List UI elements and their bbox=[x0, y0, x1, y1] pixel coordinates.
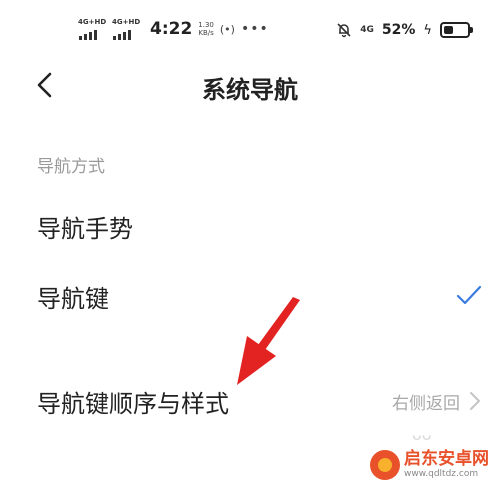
nav-header: 系统导航 bbox=[0, 62, 500, 108]
more-notifications-icon: ••• bbox=[240, 21, 269, 37]
faint-scroll-mark: ᴗᴗ bbox=[412, 425, 432, 444]
status-bar-left: 4G+HD 4G+HD 4:22 1.30 KB/s (•) ••• bbox=[78, 18, 269, 40]
status-bar: 4G+HD 4G+HD 4:22 1.30 KB/s (•) ••• 4G 52… bbox=[0, 0, 500, 62]
option-label: 导航手势 bbox=[37, 215, 133, 243]
charging-icon: ϟ bbox=[423, 22, 432, 38]
row-label: 导航键顺序与样式 bbox=[37, 390, 229, 418]
bell-off-icon bbox=[336, 22, 352, 38]
option-navigation-keys[interactable]: 导航键 bbox=[0, 265, 500, 325]
option-navigation-gestures[interactable]: 导航手势 bbox=[0, 195, 500, 255]
battery-level-fill bbox=[444, 26, 453, 34]
nav-key-order-style-row[interactable]: 导航键顺序与样式 右侧返回 bbox=[0, 370, 500, 430]
hotspot-icon: (•) bbox=[219, 22, 235, 36]
network-speed: 1.30 KB/s bbox=[198, 21, 214, 37]
option-label: 导航键 bbox=[37, 285, 109, 313]
watermark-name: 启东安卓网 bbox=[404, 449, 489, 469]
network-speed-unit: KB/s bbox=[198, 29, 214, 37]
sim2-signal-icon: 4G+HD bbox=[112, 18, 140, 40]
section-label: 导航方式 bbox=[37, 157, 105, 177]
battery-icon bbox=[440, 22, 473, 38]
sim2-network-label: 4G+HD bbox=[112, 18, 141, 26]
network-speed-value: 1.30 bbox=[198, 21, 214, 29]
page-title: 系统导航 bbox=[202, 76, 298, 104]
sim1-network-label: 4G+HD bbox=[78, 18, 107, 26]
watermark-url: www.qdltdz.com bbox=[404, 469, 479, 479]
sim1-signal-icon: 4G+HD bbox=[78, 18, 106, 40]
watermark-logo-icon bbox=[370, 450, 400, 480]
clock: 4:22 bbox=[150, 19, 193, 39]
row-value: 右侧返回 bbox=[392, 394, 460, 414]
network-type-label: 4G bbox=[360, 24, 374, 35]
battery-percent: 52% bbox=[381, 22, 416, 38]
check-icon bbox=[454, 283, 484, 307]
status-bar-right: 4G 52% ϟ bbox=[336, 22, 473, 38]
watermark: 启东安卓网 www.qdltdz.com bbox=[370, 444, 500, 486]
chevron-right-icon bbox=[468, 390, 482, 412]
